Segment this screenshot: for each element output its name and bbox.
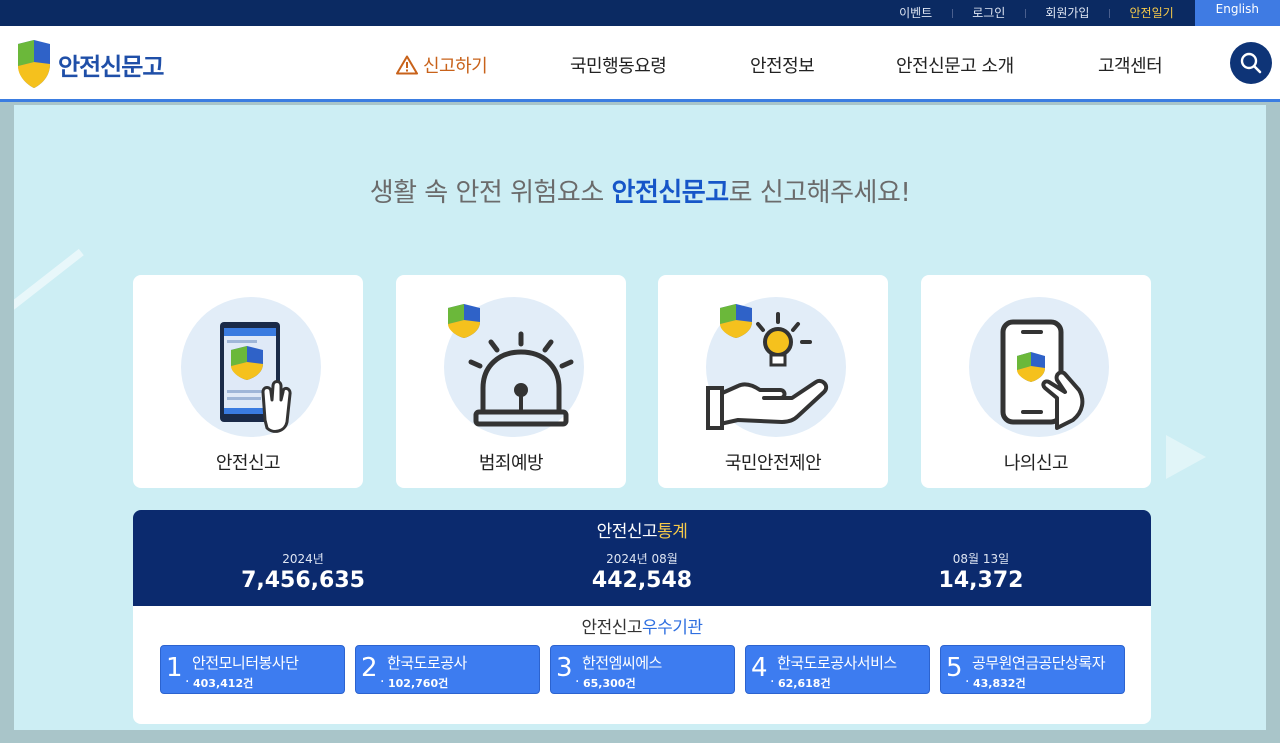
stat-value: 442,548 [591, 568, 693, 593]
card-label: 안전신고 [215, 453, 281, 474]
card-label: 국민안전제안 [724, 453, 822, 474]
stats-title-text: 안전신고 [596, 522, 658, 542]
hero-section: 생활 속 안전 위험요소 안전신문고로 신고해주세요! 안전신고 범죄예방 국민… [14, 105, 1266, 730]
stat-month: 2024년 08월 442,548 [532, 550, 752, 593]
agency-item[interactable]: 5. 공무원연금공단상록자 43,832건 [940, 645, 1125, 694]
headline-text: 생활 속 안전 위험요소 [369, 178, 612, 208]
stat-value: 14,372 [938, 568, 1024, 593]
rank-dot: . [185, 670, 190, 686]
utility-links: 이벤트 로그인 회원가입 안전일기 English [879, 0, 1280, 26]
top-agencies-panel: 안전신고우수기관 1. 안전모니터봉사단 403,412건 2. 한국도로공사 … [133, 606, 1151, 724]
decor-stripe [14, 248, 84, 330]
card-label: 범죄예방 [478, 453, 544, 474]
agencies-title: 안전신고우수기관 [133, 613, 1151, 638]
report-stats-panel: 안전신고통계 2024년 7,456,635 2024년 08월 442,548… [133, 510, 1151, 606]
agency-name: 한전엠씨에스 [582, 654, 662, 672]
card-citizen-proposal[interactable]: 국민안전제안 [658, 275, 888, 488]
nav-customer-center[interactable]: 고객센터 [1098, 52, 1163, 78]
agency-rank: 5 [946, 653, 963, 683]
nav-about[interactable]: 안전신문고 소개 [896, 52, 1014, 78]
agency-item[interactable]: 3. 한전엠씨에스 65,300건 [550, 645, 735, 694]
stat-label: 2024년 [282, 552, 324, 566]
agency-count: 65,300건 [583, 677, 636, 690]
english-link[interactable]: English [1194, 0, 1280, 26]
search-icon [1240, 52, 1262, 74]
idea-hand-icon [706, 304, 829, 430]
nav-safety-info[interactable]: 안전정보 [750, 52, 815, 78]
hero-headline: 생활 속 안전 위험요소 안전신문고로 신고해주세요! [14, 172, 1266, 209]
agency-rank: 3 [556, 653, 573, 683]
agencies-title-highlight: 우수기관 [642, 618, 703, 638]
rank-dot: . [380, 670, 385, 686]
card-my-report[interactable]: 나의신고 [921, 275, 1151, 488]
decor-arrow [1166, 435, 1206, 479]
site-header: 안전신문고 신고하기 국민행동요령 안전정보 안전신문고 소개 고객센터 [0, 26, 1280, 102]
top-utility-bar: 이벤트 로그인 회원가입 안전일기 English [0, 0, 1280, 26]
siren-icon [448, 304, 574, 427]
stat-label: 08월 13일 [952, 552, 1010, 566]
rank-dot: . [770, 670, 775, 686]
agency-name: 공무원연금공단상록자 [972, 654, 1106, 672]
nav-report-label: 신고하기 [423, 56, 488, 77]
agency-rank: 2 [361, 653, 378, 683]
my-report-phone-icon [1000, 319, 1085, 430]
search-button[interactable] [1230, 42, 1272, 84]
main-nav: 신고하기 국민행동요령 안전정보 안전신문고 소개 고객센터 [0, 26, 1280, 99]
card-crime-prevention[interactable]: 범죄예방 [396, 275, 626, 488]
phone-report-icon [220, 322, 292, 433]
card-safety-report[interactable]: 안전신고 [133, 275, 363, 488]
event-link[interactable]: 이벤트 [879, 5, 952, 21]
agency-count: 62,618건 [778, 677, 831, 690]
stat-day: 08월 13일 14,372 [871, 550, 1091, 593]
agency-rank: 4 [751, 653, 768, 683]
stat-year: 2024년 7,456,635 [193, 550, 413, 593]
agency-item[interactable]: 1. 안전모니터봉사단 403,412건 [160, 645, 345, 694]
stat-value: 7,456,635 [241, 568, 365, 593]
warning-icon [396, 55, 418, 75]
rank-dot: . [575, 670, 580, 686]
agency-name: 한국도로공사 [387, 654, 467, 672]
agency-count: 403,412건 [193, 677, 254, 690]
card-label: 나의신고 [1003, 453, 1069, 474]
nav-report[interactable]: 신고하기 [396, 52, 488, 78]
agency-count: 43,832건 [973, 677, 1026, 690]
agency-item[interactable]: 2. 한국도로공사 102,760건 [355, 645, 540, 694]
login-link[interactable]: 로그인 [952, 5, 1025, 21]
agency-item[interactable]: 4. 한국도로공사서비스 62,618건 [745, 645, 930, 694]
agencies-title-text: 안전신고 [581, 618, 642, 638]
safety-diary-link[interactable]: 안전일기 [1109, 5, 1193, 21]
nav-action-guide[interactable]: 국민행동요령 [570, 52, 667, 78]
headline-brand: 안전신문고 [611, 178, 730, 208]
agency-count: 102,760건 [388, 677, 449, 690]
agency-rank: 1 [166, 653, 183, 683]
agency-name: 안전모니터봉사단 [192, 654, 299, 672]
rank-dot: . [965, 670, 970, 686]
signup-link[interactable]: 회원가입 [1025, 5, 1109, 21]
stat-label: 2024년 08월 [606, 552, 678, 566]
headline-text-end: 로 신고해주세요! [728, 178, 911, 208]
stats-title-highlight: 통계 [657, 522, 688, 542]
agency-name: 한국도로공사서비스 [777, 654, 897, 672]
stats-title: 안전신고통계 [133, 517, 1151, 542]
